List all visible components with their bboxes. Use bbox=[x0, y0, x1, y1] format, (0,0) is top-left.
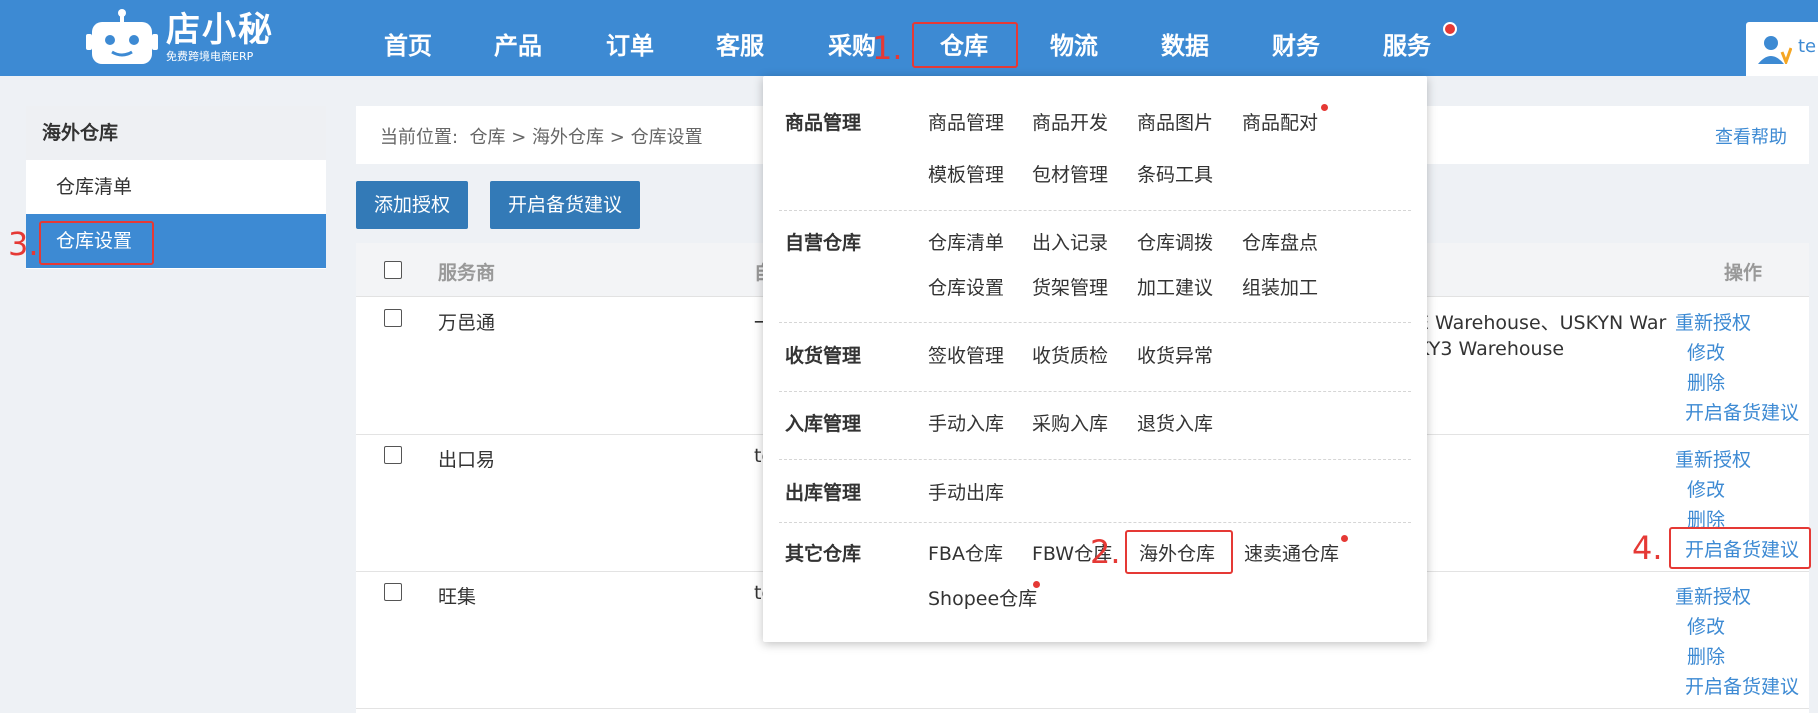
row-2-suggestion-highlight-box bbox=[1669, 527, 1811, 569]
header-actions: 操作 bbox=[1724, 262, 1763, 284]
menu-item-processing-suggestion[interactable]: 加工建议 bbox=[1137, 273, 1213, 300]
sidebar-highlight-box bbox=[39, 221, 154, 265]
menu-item-receiving-exceptions[interactable]: 收货异常 bbox=[1137, 341, 1213, 368]
row-checkbox[interactable] bbox=[384, 309, 402, 327]
robot-logo-icon bbox=[86, 8, 158, 66]
menu-item-purchase-inbound[interactable]: 采购入库 bbox=[1032, 409, 1108, 436]
header-provider: 服务商 bbox=[438, 262, 496, 284]
menu-item-product-development[interactable]: 商品开发 bbox=[1032, 108, 1108, 135]
user-name: te bbox=[1798, 36, 1817, 57]
logo[interactable]: 店小秘 免费跨境电商ERP bbox=[86, 6, 274, 68]
menu-item-assembly-processing[interactable]: 组装加工 bbox=[1242, 273, 1318, 300]
menu-item-fba-warehouse[interactable]: FBA仓库 bbox=[928, 539, 1003, 566]
nav-products[interactable]: 产品 bbox=[494, 26, 542, 66]
nav-services-notification-dot bbox=[1443, 22, 1457, 36]
overseas-warehouse-highlight-box bbox=[1125, 530, 1233, 574]
section-other-warehouses: 其它仓库 bbox=[785, 543, 862, 565]
menu-item-barcode-tools[interactable]: 条码工具 bbox=[1137, 160, 1213, 187]
menu-item-shopee-warehouse[interactable]: Shopee仓库 bbox=[928, 584, 1037, 611]
enable-stock-suggestion-button[interactable]: 开启备货建议 bbox=[490, 181, 641, 229]
menu-item-product-matching[interactable]: 商品配对 bbox=[1242, 108, 1318, 135]
step-3-label: 3. bbox=[8, 225, 39, 263]
menu-item-sign-management[interactable]: 签收管理 bbox=[928, 341, 1004, 368]
logo-subtitle: 免费跨境电商ERP bbox=[166, 50, 254, 63]
step-2-label: 2. bbox=[1090, 533, 1121, 571]
section-own-warehouse: 自营仓库 bbox=[785, 232, 862, 254]
edit-link[interactable]: 修改 bbox=[1687, 612, 1725, 639]
sidebar: 海外仓库 仓库清单 仓库设置 bbox=[26, 106, 326, 269]
menu-item-quality-inspection[interactable]: 收货质检 bbox=[1032, 341, 1108, 368]
nav-logistics[interactable]: 物流 bbox=[1050, 26, 1098, 66]
new-badge-dot bbox=[1341, 535, 1348, 542]
menu-item-template-management[interactable]: 模板管理 bbox=[928, 160, 1004, 187]
provider-name: 出口易 bbox=[438, 449, 496, 471]
step-4-label: 4. bbox=[1632, 529, 1663, 567]
provider-name: 旺集 bbox=[438, 586, 477, 608]
sidebar-item-warehouse-settings[interactable]: 仓库设置 bbox=[26, 214, 326, 268]
enable-stock-suggestion-link[interactable]: 开启备货建议 bbox=[1685, 672, 1799, 699]
section-outbound-management: 出库管理 bbox=[785, 482, 862, 504]
section-product-management: 商品管理 bbox=[785, 112, 862, 134]
user-menu[interactable]: te bbox=[1746, 22, 1818, 76]
enable-stock-suggestion-link[interactable]: 开启备货建议 bbox=[1685, 398, 1799, 425]
nav-customer-service[interactable]: 客服 bbox=[716, 26, 764, 66]
nav-services[interactable]: 服务 bbox=[1383, 26, 1431, 66]
section-receiving-management: 收货管理 bbox=[785, 345, 862, 367]
menu-item-inout-records[interactable]: 出入记录 bbox=[1032, 228, 1108, 255]
nav-finance[interactable]: 财务 bbox=[1272, 26, 1320, 66]
menu-item-warehouse-list[interactable]: 仓库清单 bbox=[928, 228, 1004, 255]
menu-item-warehouse-settings[interactable]: 仓库设置 bbox=[928, 273, 1004, 300]
add-authorization-button[interactable]: 添加授权 bbox=[356, 181, 469, 229]
menu-divider bbox=[779, 210, 1411, 211]
top-nav-bar: 店小秘 免费跨境电商ERP 首页 产品 订单 客服 采购 仓库 物流 数据 财务… bbox=[0, 0, 1818, 76]
breadcrumb-path: 当前位置: 仓库 > 海外仓库 > 仓库设置 bbox=[380, 123, 703, 149]
new-badge-dot bbox=[1321, 104, 1328, 111]
menu-divider bbox=[779, 391, 1411, 392]
menu-item-manual-inbound[interactable]: 手动入库 bbox=[928, 409, 1004, 436]
menu-item-product-management[interactable]: 商品管理 bbox=[928, 108, 1004, 135]
select-all-checkbox[interactable] bbox=[384, 261, 402, 279]
menu-item-product-images[interactable]: 商品图片 bbox=[1137, 108, 1213, 135]
sidebar-item-warehouse-list[interactable]: 仓库清单 bbox=[26, 160, 326, 214]
nav-data[interactable]: 数据 bbox=[1161, 26, 1209, 66]
menu-item-packaging-management[interactable]: 包材管理 bbox=[1032, 160, 1108, 187]
menu-item-inventory-count[interactable]: 仓库盘点 bbox=[1242, 228, 1318, 255]
user-icon bbox=[1758, 34, 1793, 68]
reauthorize-link[interactable]: 重新授权 bbox=[1675, 308, 1751, 335]
delete-link[interactable]: 删除 bbox=[1687, 642, 1725, 669]
menu-item-aliexpress-warehouse[interactable]: 速卖通仓库 bbox=[1244, 539, 1339, 566]
logo-title: 店小秘 bbox=[166, 10, 274, 50]
menu-item-warehouse-transfer[interactable]: 仓库调拨 bbox=[1137, 228, 1213, 255]
edit-link[interactable]: 修改 bbox=[1687, 475, 1725, 502]
provider-name: 万邑通 bbox=[438, 312, 496, 334]
reauthorize-link[interactable]: 重新授权 bbox=[1675, 582, 1751, 609]
nav-purchase[interactable]: 采购 bbox=[828, 26, 876, 66]
new-badge-dot bbox=[1033, 581, 1040, 588]
row-checkbox[interactable] bbox=[384, 446, 402, 464]
nav-orders[interactable]: 订单 bbox=[606, 26, 654, 66]
edit-link[interactable]: 修改 bbox=[1687, 338, 1725, 365]
menu-item-return-inbound[interactable]: 退货入库 bbox=[1137, 409, 1213, 436]
sidebar-title: 海外仓库 bbox=[26, 106, 326, 160]
step-1-label: 1. bbox=[872, 29, 903, 67]
reauthorize-link[interactable]: 重新授权 bbox=[1675, 445, 1751, 472]
warehouses-line-1: E Warehouse、USKYN War bbox=[1417, 312, 1667, 334]
breadcrumb-trail: 仓库 > 海外仓库 > 仓库设置 bbox=[469, 127, 703, 148]
menu-divider bbox=[779, 459, 1411, 460]
delete-link[interactable]: 删除 bbox=[1687, 368, 1725, 395]
nav-warehouse-highlight-box bbox=[912, 22, 1018, 68]
warehouses-line-2: KY3 Warehouse bbox=[1417, 338, 1565, 360]
menu-item-manual-outbound[interactable]: 手动出库 bbox=[928, 478, 1004, 505]
help-link[interactable]: 查看帮助 bbox=[1715, 123, 1787, 149]
row-checkbox[interactable] bbox=[384, 583, 402, 601]
row-divider bbox=[356, 708, 1809, 709]
menu-item-shelf-management[interactable]: 货架管理 bbox=[1032, 273, 1108, 300]
breadcrumb-prefix: 当前位置: bbox=[380, 127, 459, 148]
section-inbound-management: 入库管理 bbox=[785, 413, 862, 435]
menu-divider bbox=[779, 522, 1411, 523]
nav-home[interactable]: 首页 bbox=[384, 26, 432, 66]
menu-divider bbox=[779, 322, 1411, 323]
